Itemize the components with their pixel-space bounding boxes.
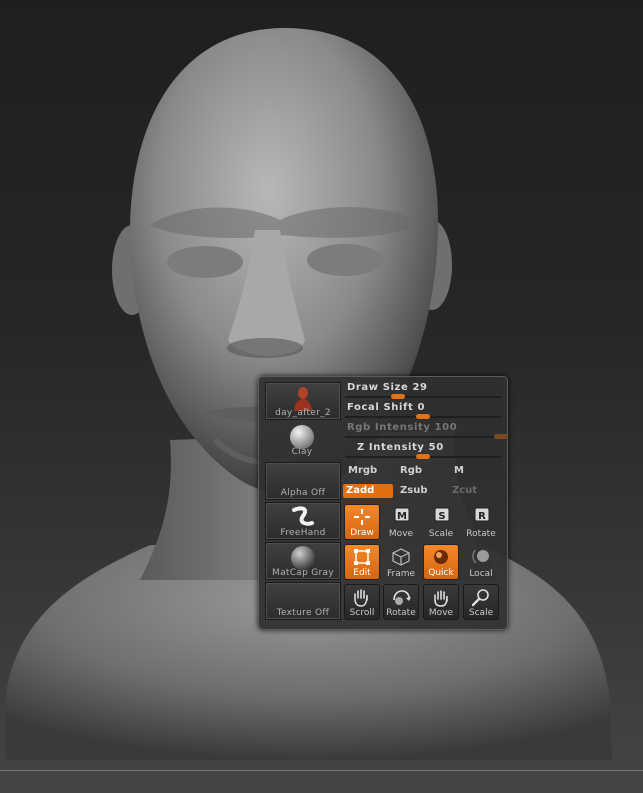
hand-scroll-icon xyxy=(354,589,368,607)
local-button[interactable]: Local xyxy=(463,544,499,580)
scale-view-button-label: Scale xyxy=(468,608,494,618)
texture-tile[interactable]: Texture Off xyxy=(265,582,341,620)
frame-cube-icon xyxy=(392,548,410,566)
move-view-button[interactable]: Move xyxy=(423,584,459,620)
move-key-icon: M xyxy=(394,507,410,522)
move-button-label: Move xyxy=(388,529,414,539)
frame-button-label: Frame xyxy=(386,569,416,579)
scroll-button-label: Scroll xyxy=(349,608,375,618)
draw-size-slider[interactable]: Draw Size 29 xyxy=(345,382,501,399)
scale-view-button[interactable]: Scale xyxy=(463,584,499,620)
m-toggle[interactable]: M xyxy=(451,464,467,478)
zsub-toggle[interactable]: Zsub xyxy=(397,484,430,498)
rotate-button-label: Rotate xyxy=(466,529,496,539)
focal-shift-slider[interactable]: Focal Shift 0 xyxy=(345,402,501,419)
frame-button[interactable]: Frame xyxy=(383,544,419,580)
local-button-label: Local xyxy=(469,569,493,579)
z-intensity-knob[interactable] xyxy=(416,454,430,459)
zadd-toggle[interactable]: Zadd xyxy=(343,484,393,498)
draw-size-value: 29 xyxy=(412,382,428,393)
focal-shift-knob[interactable] xyxy=(416,414,430,419)
rgb-intensity-slider[interactable]: Rgb Intensity 100 xyxy=(345,422,508,439)
focal-shift-label: Focal Shift xyxy=(347,402,414,413)
rgb-intensity-value: 100 xyxy=(434,422,458,433)
alpha-tile[interactable]: Alpha Off xyxy=(265,462,341,500)
move-view-button-label: Move xyxy=(428,608,454,618)
tool-tile-label: day_after_2 xyxy=(275,408,331,418)
scroll-button[interactable]: Scroll xyxy=(344,584,380,620)
bust-nostrils xyxy=(227,338,303,358)
crosshair-icon xyxy=(354,509,370,525)
rotate-button[interactable]: R Rotate xyxy=(463,504,499,540)
svg-text:S: S xyxy=(438,511,445,522)
local-sphere-icon xyxy=(472,549,489,564)
brush-tile-label: Clay xyxy=(291,447,313,457)
edit-button[interactable]: Edit xyxy=(344,544,380,580)
z-intensity-slider[interactable]: Z Intensity 50 xyxy=(345,442,501,459)
canvas-floor-line xyxy=(0,770,643,771)
quick-sphere-icon xyxy=(434,550,448,564)
quick-button[interactable]: Quick xyxy=(423,544,459,580)
draw-size-label: Draw Size xyxy=(347,382,409,393)
svg-text:M: M xyxy=(397,511,407,522)
brush-tile[interactable]: Clay xyxy=(265,422,339,458)
texture-tile-label: Texture Off xyxy=(276,608,330,618)
material-tile[interactable]: MatCap Gray xyxy=(265,542,341,580)
tool-palette: day_after_2 Clay Alpha Off FreeHand MatC… xyxy=(258,376,508,630)
z-intensity-value: 50 xyxy=(428,442,444,453)
alpha-tile-label: Alpha Off xyxy=(280,488,326,498)
bust-eye-left xyxy=(167,246,243,278)
draw-button-label: Draw xyxy=(350,528,374,538)
stroke-tile[interactable]: FreeHand xyxy=(265,502,341,540)
rotate-key-icon: R xyxy=(474,507,490,522)
mrgb-toggle[interactable]: Mrgb xyxy=(345,464,380,478)
rgb-intensity-label: Rgb Intensity xyxy=(347,422,431,433)
edit-button-label: Edit xyxy=(353,568,371,578)
rotate-view-icon xyxy=(393,590,411,605)
scale-button[interactable]: S Scale xyxy=(423,504,459,540)
rgb-toggle[interactable]: Rgb xyxy=(397,464,425,478)
draw-button[interactable]: Draw xyxy=(344,504,380,540)
edit-bounds-icon xyxy=(354,549,370,565)
tool-tile[interactable]: day_after_2 xyxy=(265,382,341,420)
material-tile-label: MatCap Gray xyxy=(272,568,334,578)
zcut-toggle[interactable]: Zcut xyxy=(449,484,480,498)
scale-button-label: Scale xyxy=(428,529,454,539)
move-button[interactable]: M Move xyxy=(383,504,419,540)
rgb-intensity-knob[interactable] xyxy=(494,434,508,439)
draw-size-knob[interactable] xyxy=(391,394,406,399)
bust-eye-right xyxy=(307,244,383,276)
hand-move-icon xyxy=(434,590,448,607)
rotate-view-button[interactable]: Rotate xyxy=(383,584,419,620)
z-intensity-label: Z Intensity xyxy=(357,442,425,453)
quick-button-label: Quick xyxy=(428,568,454,578)
freehand-stroke-icon xyxy=(292,506,314,526)
svg-text:R: R xyxy=(478,511,486,522)
magnifier-icon xyxy=(471,589,489,607)
rotate-view-button-label: Rotate xyxy=(386,608,416,618)
scale-key-icon: S xyxy=(434,507,450,522)
focal-shift-value: 0 xyxy=(417,402,426,413)
stroke-tile-label: FreeHand xyxy=(280,528,326,538)
